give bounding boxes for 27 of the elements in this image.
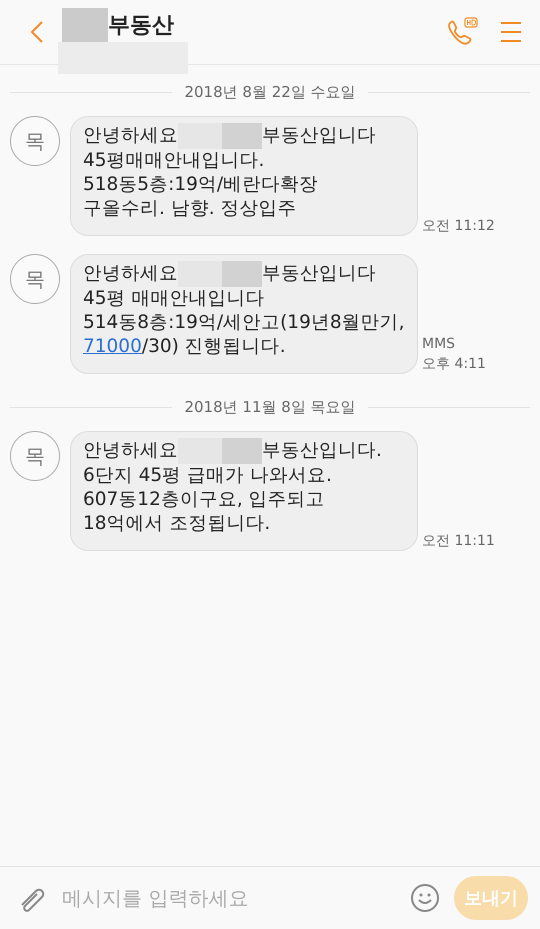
message-text: 6단지 45평 급매가 나와서요. bbox=[83, 465, 332, 486]
message-text: 부동산입니다 bbox=[262, 263, 376, 284]
message-text: 607동12층이구요, 입주되고 bbox=[83, 489, 325, 510]
message-text: 부동산입니다 bbox=[262, 125, 376, 146]
message-text: 45평 매매안내입니다 bbox=[83, 288, 264, 309]
contact-name: 부동산 bbox=[108, 12, 174, 40]
phone-link[interactable]: 71000 bbox=[83, 336, 142, 357]
message-text: 518동5층:19억/베란다확장 bbox=[83, 174, 318, 195]
message-text: /30) 진행됩니다. bbox=[142, 336, 286, 357]
date-divider: 2018년 11월 8일 목요일 bbox=[184, 398, 356, 417]
message-time: 오후 4:11 bbox=[422, 355, 486, 374]
message-text: 18억에서 조정됩니다. bbox=[83, 513, 270, 534]
message-text: 안녕하세요 bbox=[83, 440, 178, 462]
message-time: 오전 11:11 bbox=[422, 532, 495, 551]
date-divider: 2018년 8월 22일 수요일 bbox=[184, 83, 356, 102]
message-text: 구올수리. 남향. 정상입주 bbox=[83, 198, 297, 219]
message-input[interactable]: 메시지를 입력하세요 bbox=[60, 885, 396, 911]
message-text: 안녕하세요 bbox=[83, 263, 178, 284]
contact-avatar[interactable]: 목 bbox=[10, 116, 60, 166]
contact-avatar[interactable]: 목 bbox=[10, 254, 60, 304]
message-type: MMS bbox=[422, 335, 456, 354]
message-text: 안녕하세요 bbox=[83, 125, 178, 146]
message-time: 오전 11:12 bbox=[422, 217, 495, 236]
contact-avatar[interactable]: 목 bbox=[10, 431, 60, 481]
message-text: 45평매매안내입니다. bbox=[83, 150, 264, 171]
message-text: 514동8층:19억/세안고(19년8월만기, bbox=[83, 312, 404, 333]
message-text: 부동산입니다. bbox=[262, 440, 382, 462]
